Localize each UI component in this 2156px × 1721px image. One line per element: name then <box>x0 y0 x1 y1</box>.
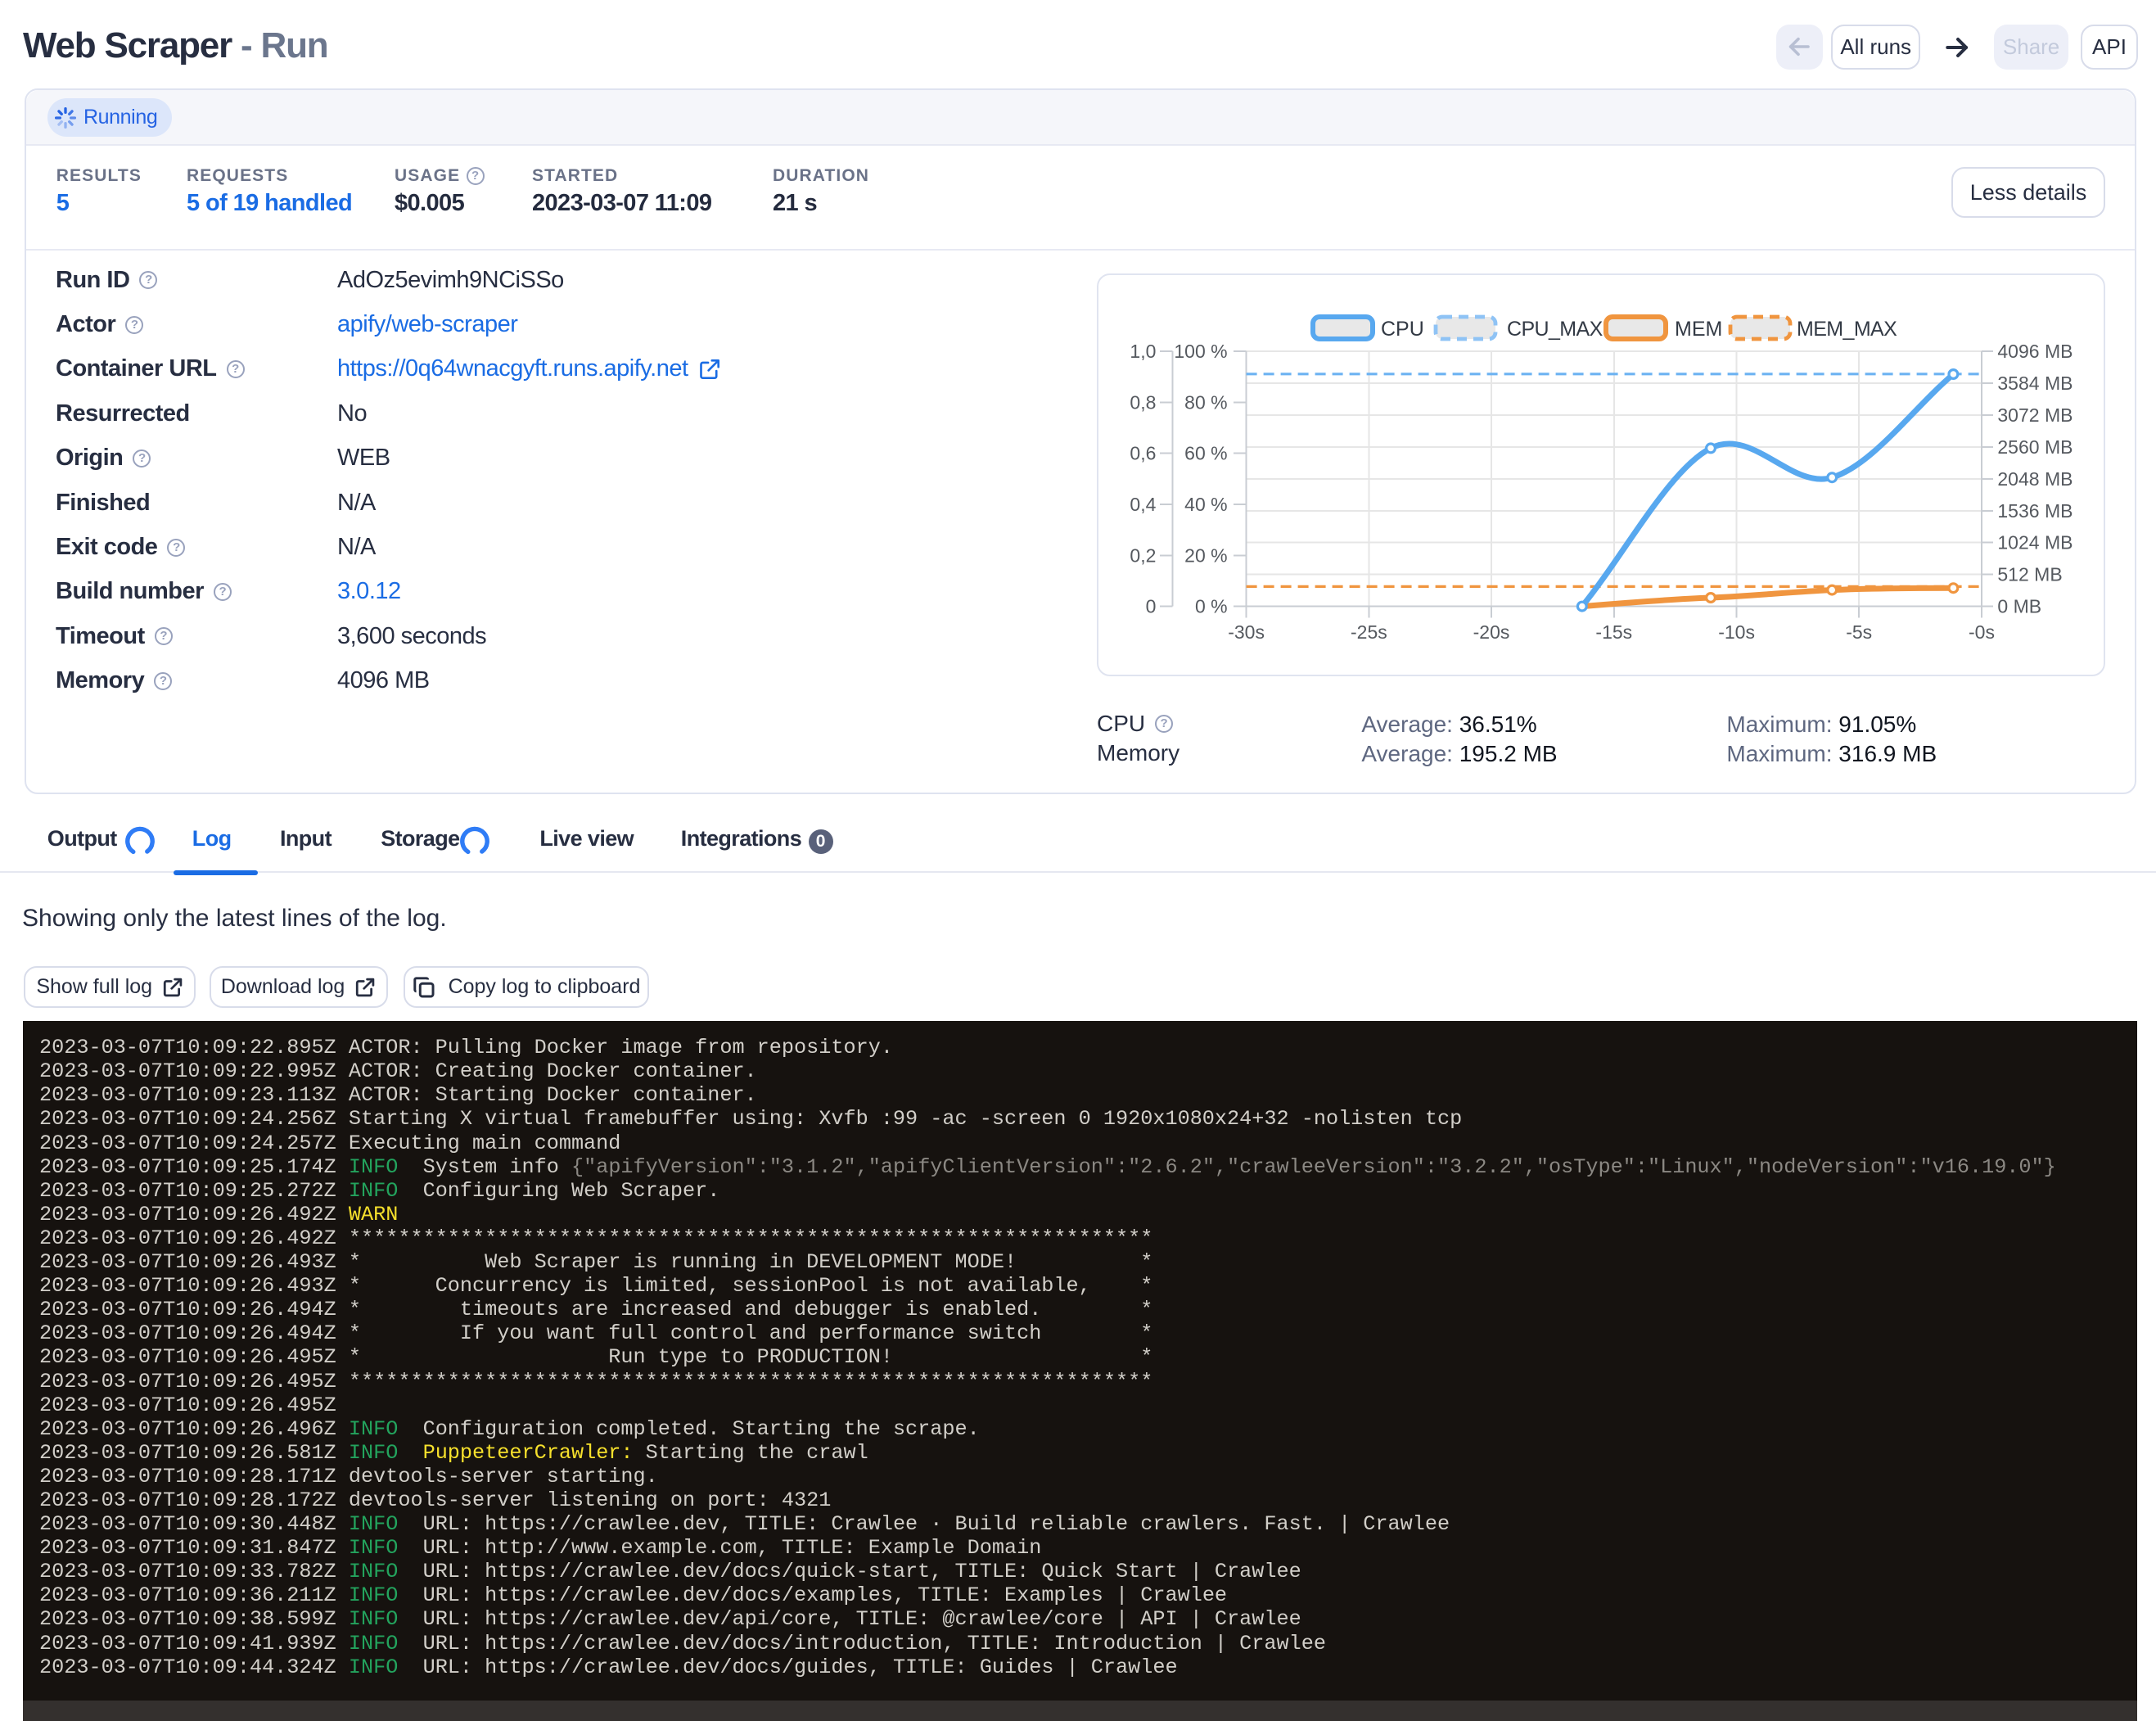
svg-text:1024 MB: 1024 MB <box>1997 532 2073 553</box>
svg-text:-25s: -25s <box>1351 621 1387 643</box>
svg-text:0: 0 <box>1146 596 1157 617</box>
svg-text:80 %: 80 % <box>1184 391 1227 413</box>
svg-text:3072 MB: 3072 MB <box>1997 404 2073 426</box>
svg-text:-20s: -20s <box>1473 621 1510 643</box>
svg-text:-5s: -5s <box>1846 621 1872 643</box>
svg-text:CPU_MAX: CPU_MAX <box>1507 318 1603 341</box>
svg-text:0,6: 0,6 <box>1130 443 1156 464</box>
svg-text:2560 MB: 2560 MB <box>1997 436 2073 458</box>
svg-text:CPU: CPU <box>1381 318 1424 341</box>
svg-text:512 MB: 512 MB <box>1997 564 2062 585</box>
svg-text:20 %: 20 % <box>1184 544 1227 566</box>
svg-text:0 MB: 0 MB <box>1997 596 2041 617</box>
svg-text:-0s: -0s <box>1969 621 1995 643</box>
svg-text:-30s: -30s <box>1228 621 1265 643</box>
svg-text:40 %: 40 % <box>1184 494 1227 515</box>
svg-text:-10s: -10s <box>1718 621 1755 643</box>
svg-text:60 %: 60 % <box>1184 443 1227 464</box>
svg-text:MEM_MAX: MEM_MAX <box>1797 318 1897 341</box>
svg-text:0,8: 0,8 <box>1130 391 1156 413</box>
svg-text:0,2: 0,2 <box>1130 544 1156 566</box>
svg-text:2048 MB: 2048 MB <box>1997 468 2073 490</box>
svg-text:4096 MB: 4096 MB <box>1997 341 2073 362</box>
svg-text:0,4: 0,4 <box>1130 494 1156 515</box>
svg-text:-15s: -15s <box>1595 621 1632 643</box>
svg-text:0 %: 0 % <box>1195 596 1228 617</box>
svg-text:3584 MB: 3584 MB <box>1997 373 2073 394</box>
svg-text:100 %: 100 % <box>1174 341 1227 362</box>
svg-text:1,0: 1,0 <box>1130 341 1156 362</box>
svg-text:1536 MB: 1536 MB <box>1997 500 2073 522</box>
svg-text:MEM: MEM <box>1675 318 1722 341</box>
